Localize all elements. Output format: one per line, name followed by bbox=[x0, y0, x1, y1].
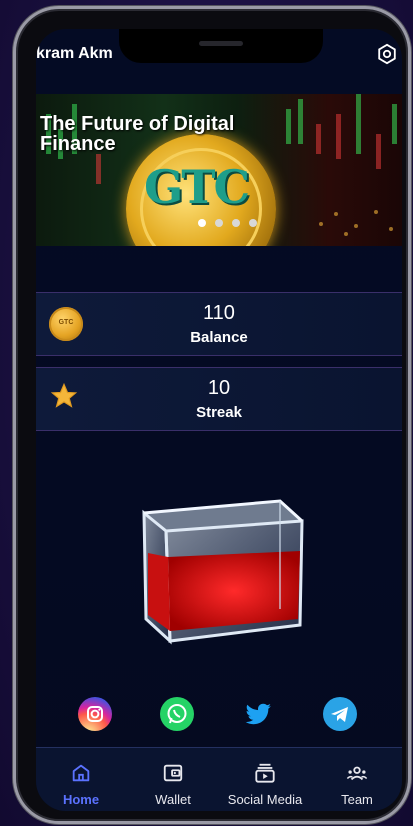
balance-label: Balance bbox=[190, 329, 248, 346]
whatsapp-icon[interactable] bbox=[160, 697, 194, 731]
phone-frame: kram Akm GTC The Future of Digital Finan… bbox=[13, 6, 411, 824]
carousel-dot[interactable] bbox=[198, 219, 206, 227]
telegram-icon[interactable] bbox=[323, 697, 357, 731]
phone-notch bbox=[119, 29, 323, 63]
nav-label-wallet: Wallet bbox=[155, 792, 191, 807]
balance-value: 110 bbox=[203, 302, 235, 324]
bottom-nav: Home Wallet Social Media Team bbox=[36, 747, 402, 811]
carousel-dot[interactable] bbox=[249, 219, 257, 227]
twitter-icon[interactable] bbox=[241, 697, 275, 731]
streak-label: Streak bbox=[196, 404, 242, 421]
app-screen: kram Akm GTC The Future of Digital Finan… bbox=[36, 29, 402, 811]
streak-value: 10 bbox=[207, 377, 231, 399]
coin-text: GTC bbox=[144, 160, 250, 214]
speaker-grille bbox=[199, 41, 243, 46]
promo-banner[interactable]: GTC The Future of Digital Finance bbox=[36, 94, 402, 246]
nav-label-home: Home bbox=[62, 792, 100, 807]
social-links bbox=[36, 697, 402, 737]
nav-item-social-media[interactable]: Social Media bbox=[220, 748, 310, 811]
instagram-icon[interactable] bbox=[78, 697, 112, 731]
balance-card: GTC 110 Balance bbox=[36, 292, 402, 356]
carousel-dot[interactable] bbox=[215, 219, 223, 227]
team-icon bbox=[346, 766, 368, 781]
home-icon bbox=[72, 764, 90, 782]
wallet-icon bbox=[163, 764, 183, 782]
video-library-icon bbox=[255, 763, 275, 783]
username: kram Akm bbox=[36, 45, 113, 62]
nav-label-social-media: Social Media bbox=[227, 792, 303, 807]
carousel-dots bbox=[198, 219, 257, 227]
streak-card: 10 Streak bbox=[36, 367, 402, 431]
settings-icon[interactable] bbox=[376, 43, 398, 65]
nav-item-home[interactable]: Home bbox=[36, 748, 126, 811]
banner-title: The Future of Digital Finance bbox=[40, 113, 235, 155]
nav-item-team[interactable]: Team bbox=[312, 748, 402, 811]
mystery-cube-image[interactable] bbox=[130, 491, 310, 645]
nav-label-team: Team bbox=[341, 792, 373, 807]
carousel-dot[interactable] bbox=[232, 219, 240, 227]
nav-item-wallet[interactable]: Wallet bbox=[128, 748, 218, 811]
